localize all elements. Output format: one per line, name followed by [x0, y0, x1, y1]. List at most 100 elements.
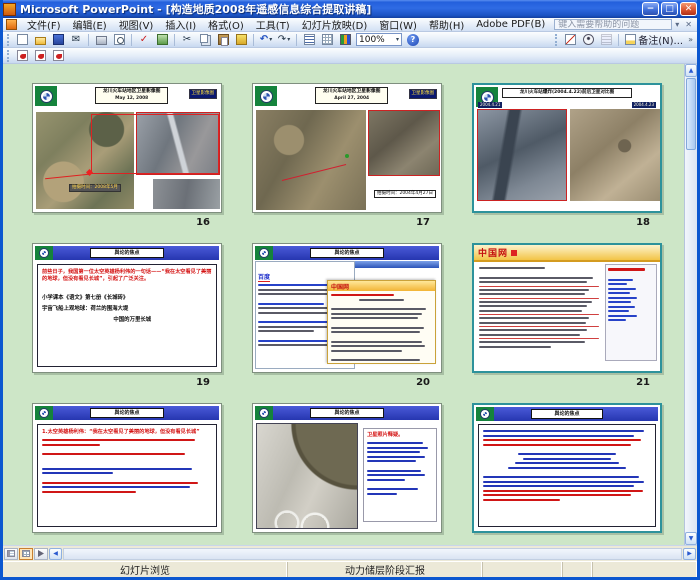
- show-grid-button[interactable]: [318, 32, 336, 47]
- show-formatting-button[interactable]: [300, 32, 318, 47]
- menu-tools[interactable]: 工具(T): [250, 17, 296, 32]
- text-line-skeleton: [359, 299, 404, 301]
- undo-button[interactable]: ↶▾: [257, 32, 275, 47]
- text-line-skeleton: [483, 481, 644, 483]
- vertical-scrollbar[interactable]: ▲ ▼: [684, 64, 697, 545]
- text-line-skeleton: [331, 331, 420, 333]
- text-line-skeleton: [479, 289, 589, 291]
- scroll-down-icon[interactable]: ▼: [685, 532, 697, 545]
- menu-help[interactable]: 帮助(H): [423, 17, 470, 32]
- notes-icon: [625, 34, 636, 45]
- slide-thumbnail-23[interactable]: 舆论的焦点 卫星照片释疑。: [252, 403, 442, 533]
- text-line-skeleton: [42, 439, 195, 441]
- print-preview-button[interactable]: [110, 32, 128, 47]
- menu-edit[interactable]: 编辑(E): [67, 17, 113, 32]
- body-paragraph: 1.太空英雄杨利伟：“我在太空看见了美丽的地球，但没有看见长城”: [42, 429, 212, 436]
- text-line-skeleton: [258, 303, 324, 305]
- research-button[interactable]: [153, 32, 171, 47]
- new-button[interactable]: [13, 32, 31, 47]
- site-logo: 中国网: [331, 282, 349, 291]
- text-line-skeleton: [42, 472, 113, 474]
- status-cell: [593, 562, 697, 577]
- text-line-skeleton: [258, 321, 329, 323]
- menu-format[interactable]: 格式(O): [202, 17, 250, 32]
- cut-button[interactable]: ✂: [178, 32, 196, 47]
- view-toolbar-row: ◀ ▶: [3, 545, 697, 561]
- format-painter-button[interactable]: [232, 32, 250, 47]
- convert-and-email-button[interactable]: [31, 48, 49, 63]
- slide-header-banner: 舆论的焦点: [255, 406, 439, 420]
- toolbar-grip[interactable]: [7, 50, 11, 62]
- slide-number: 21: [472, 377, 662, 388]
- help-question-input[interactable]: 键入需要帮助的问题: [554, 19, 672, 30]
- menu-adobe-pdf[interactable]: Adobe PDF(B): [470, 19, 551, 30]
- slide-thumbnail-20[interactable]: 舆论的焦点 百度 中国网: [252, 243, 442, 373]
- text-line-skeleton: [608, 292, 630, 294]
- email-button[interactable]: ✉: [67, 32, 85, 47]
- paste-button[interactable]: [214, 32, 232, 47]
- slide-thumbnail-16[interactable]: 龙川火车站地区卫星影像图 May 12, 2008 卫星影像图 拍摄时间：200…: [32, 83, 222, 213]
- text-line-skeleton: [483, 494, 631, 496]
- slide-sorter-workspace[interactable]: 龙川火车站地区卫星影像图 May 12, 2008 卫星影像图 拍摄时间：200…: [3, 64, 697, 545]
- menu-slideshow[interactable]: 幻灯片放映(D): [296, 17, 374, 32]
- maximize-button[interactable]: □: [661, 2, 678, 16]
- convert-to-pdf-button[interactable]: [13, 48, 31, 63]
- slideshow-button[interactable]: [34, 548, 48, 560]
- print-button[interactable]: [92, 32, 110, 47]
- text-line-skeleton: [483, 430, 644, 432]
- text-line-skeleton: [258, 284, 338, 286]
- scrollbar-thumb[interactable]: [686, 78, 696, 150]
- help-button[interactable]: ?: [404, 32, 422, 47]
- standard-toolbar: ✉ ✓ ✂ ↶▾ ↷▾ 100% ▾ ? 备注(N)... »: [3, 32, 697, 48]
- menu-insert[interactable]: 插入(I): [159, 17, 202, 32]
- summary-slide-button[interactable]: [597, 32, 615, 47]
- slide-thumbnail-19[interactable]: 舆论的焦点 前些日子，我国第一位太空英雄杨利伟的一句话——“我在太空看见了美丽的…: [32, 243, 222, 373]
- title-bar[interactable]: Microsoft PowerPoint - [构造地质2008年遥感信息综合提…: [0, 0, 700, 18]
- slide-title-box: 龙川火车站地区卫星影像图 April 27, 2004: [315, 87, 388, 104]
- text-line-skeleton: [479, 346, 551, 348]
- slide-thumbnail-22[interactable]: 舆论的焦点 1.太空英雄杨利伟：“我在太空看见了美丽的地球，但没有看见长城”: [32, 403, 222, 533]
- presentation-icon[interactable]: [6, 19, 17, 30]
- toolbar-options-button[interactable]: »: [686, 35, 695, 44]
- copy-button[interactable]: [196, 32, 214, 47]
- hide-slide-button[interactable]: [561, 32, 579, 47]
- slide-sorter-view-button[interactable]: [19, 548, 33, 560]
- chevron-down-icon[interactable]: ▾: [672, 20, 682, 29]
- slide-thumbnail-17[interactable]: 龙川火车站地区卫星影像图 April 27, 2004 卫星影像图 拍摄时间：2…: [252, 83, 442, 213]
- slide-header-banner: 舆论的焦点: [35, 406, 219, 420]
- minimize-button[interactable]: −: [642, 2, 659, 16]
- redo-button[interactable]: ↷▾: [275, 32, 293, 47]
- website-header: 中国网: [328, 281, 435, 291]
- normal-view-button[interactable]: [4, 548, 18, 560]
- save-button[interactable]: [49, 32, 67, 47]
- text-line-skeleton: [608, 301, 631, 303]
- close-button[interactable]: ✕: [680, 2, 697, 16]
- slide-header-title: 舆论的焦点: [310, 248, 384, 258]
- menu-file[interactable]: 文件(F): [21, 17, 67, 32]
- slide-thumbnail-18[interactable]: 龙川火车站爆炸(2004.4.22)前后卫星对比图 2004.4.21 2004…: [472, 83, 662, 213]
- close-presentation-icon[interactable]: ✕: [682, 20, 695, 29]
- color-grayscale-button[interactable]: [336, 32, 354, 47]
- zoom-select[interactable]: 100% ▾: [356, 33, 402, 46]
- toolbar-grip[interactable]: [7, 34, 11, 46]
- scroll-left-icon[interactable]: ◀: [49, 548, 62, 560]
- scroll-up-icon[interactable]: ▲: [685, 64, 697, 77]
- satellite-image-before: [477, 109, 567, 201]
- scroll-right-icon[interactable]: ▶: [683, 548, 696, 560]
- text-line-skeleton: [608, 288, 636, 290]
- notes-button[interactable]: 备注(N)...: [622, 32, 686, 47]
- menu-view[interactable]: 视图(V): [113, 17, 160, 32]
- spacer: [42, 463, 212, 468]
- horizontal-scrollbar[interactable]: [63, 548, 682, 560]
- spelling-button[interactable]: ✓: [135, 32, 153, 47]
- slide-thumbnail-21[interactable]: 中国网: [472, 243, 662, 373]
- toolbar-grip[interactable]: [555, 34, 559, 46]
- text-line-skeleton: [479, 329, 587, 331]
- text-line-skeleton: [479, 298, 599, 299]
- rehearse-timings-button[interactable]: [579, 32, 597, 47]
- slide-thumbnail-24[interactable]: 舆论的焦点: [472, 403, 662, 533]
- text-line-skeleton: [483, 499, 560, 501]
- convert-and-send-for-review-button[interactable]: [49, 48, 67, 63]
- menu-window[interactable]: 窗口(W): [373, 17, 423, 32]
- open-button[interactable]: [31, 32, 49, 47]
